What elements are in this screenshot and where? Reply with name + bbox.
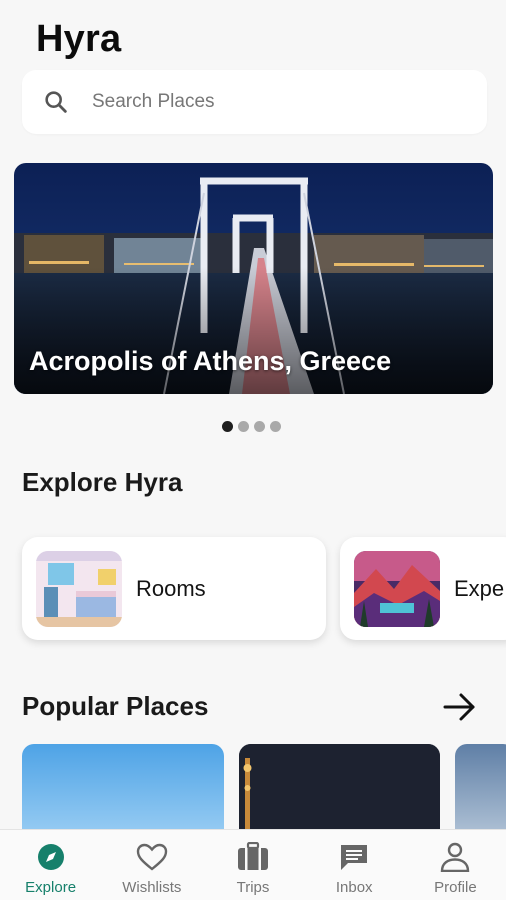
carousel-dot-4[interactable]: [270, 421, 281, 432]
search-input[interactable]: [92, 91, 432, 113]
nav-trips[interactable]: Trips: [202, 830, 303, 900]
search-icon: [45, 91, 67, 113]
heart-icon: [136, 843, 167, 871]
app-title: Hyra: [36, 18, 122, 60]
carousel-dot-2[interactable]: [238, 421, 249, 432]
room-illustration: [36, 550, 122, 627]
bottom-nav: Explore Wishlists Trips Inbox Profile: [0, 829, 506, 900]
nav-label: Explore: [25, 879, 77, 896]
nav-label: Inbox: [335, 879, 373, 896]
popular-title: Popular Places: [22, 691, 209, 721]
person-icon: [441, 842, 470, 872]
nav-label: Profile: [434, 879, 477, 896]
message-icon: [341, 845, 368, 870]
compass-icon: [37, 844, 64, 870]
category-card-experiences[interactable]: Expe: [340, 537, 506, 640]
landscape-illustration: [354, 550, 440, 627]
arrow-right-icon[interactable]: [443, 692, 477, 722]
nav-label: Wishlists: [122, 879, 182, 896]
category-card-rooms[interactable]: Rooms: [22, 537, 326, 640]
nav-profile[interactable]: Profile: [405, 830, 506, 900]
search-bar[interactable]: [22, 70, 487, 134]
nav-label: Trips: [236, 879, 270, 896]
carousel-indicator: [222, 421, 281, 432]
hero-carousel[interactable]: Acropolis of Athens, Greece: [14, 163, 493, 394]
category-label: Rooms: [136, 575, 206, 601]
luggage-icon: [238, 842, 268, 870]
explore-title: Explore Hyra: [22, 467, 183, 497]
carousel-dot-3[interactable]: [254, 421, 265, 432]
nav-explore[interactable]: Explore: [0, 830, 101, 900]
nav-inbox[interactable]: Inbox: [304, 830, 405, 900]
carousel-dot-1[interactable]: [222, 421, 233, 432]
category-label: Expe: [454, 575, 505, 601]
hero-caption: Acropolis of Athens, Greece: [29, 346, 392, 376]
nav-wishlists[interactable]: Wishlists: [101, 830, 202, 900]
